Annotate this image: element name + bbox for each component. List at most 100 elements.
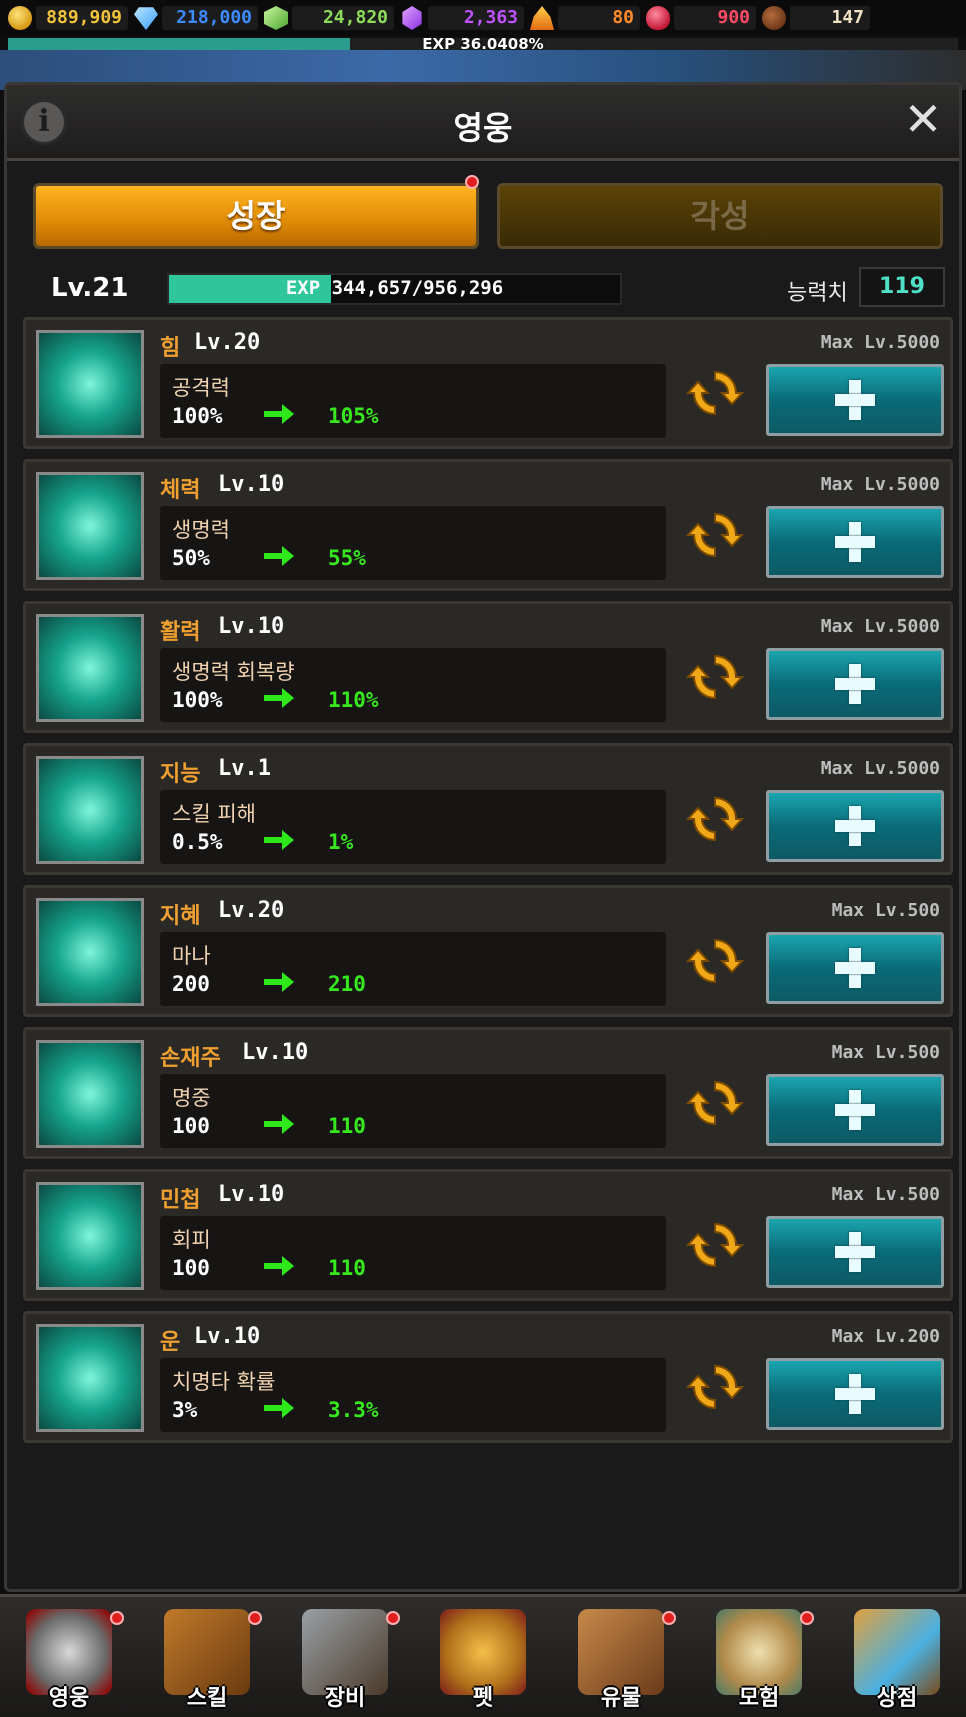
reset-refresh-icon[interactable] bbox=[686, 648, 744, 706]
clover-icon bbox=[36, 1324, 144, 1432]
nav-label: 장비 bbox=[324, 1686, 366, 1711]
reset-refresh-icon[interactable] bbox=[686, 506, 744, 564]
stat-max-level: Max Lv.5000 bbox=[820, 616, 940, 637]
level-up-plus-button[interactable] bbox=[766, 790, 944, 862]
nav-item-treasure-chest[interactable]: 상점 bbox=[828, 1597, 966, 1717]
level-up-plus-button[interactable] bbox=[766, 648, 944, 720]
stat-row: 활력 Lv.10 Max Lv.5000 생명력 회복량 100% 110% bbox=[23, 601, 953, 733]
level-up-plus-button[interactable] bbox=[766, 506, 944, 578]
stat-max-level: Max Lv.5000 bbox=[820, 474, 940, 495]
nav-label: 모험 bbox=[738, 1686, 780, 1711]
stat-row: 민첩 Lv.10 Max Lv.500 회피 100 110 bbox=[23, 1169, 953, 1301]
gold-icon bbox=[8, 6, 32, 30]
effect-next-value: 55% bbox=[328, 546, 366, 570]
stat-effect-box: 치명타 확률 3% 3.3% bbox=[160, 1358, 666, 1432]
currency-value: 900 bbox=[674, 6, 756, 30]
effect-current-value: 100 bbox=[172, 1256, 210, 1280]
hero-panel: i 영웅 ✕ 성장 각성 Lv.21 EXP 344,657/956,296 능… bbox=[4, 82, 962, 1592]
effect-current-value: 50% bbox=[172, 546, 210, 570]
effect-current-value: 3% bbox=[172, 1398, 198, 1422]
effect-next-value: 110 bbox=[328, 1114, 366, 1138]
arrow-right-icon bbox=[264, 546, 294, 566]
reset-refresh-icon[interactable] bbox=[686, 932, 744, 990]
stat-list: 힘 Lv.20 Max Lv.5000 공격력 100% 105% 체력 Lv.… bbox=[23, 317, 953, 1453]
level-up-plus-button[interactable] bbox=[766, 932, 944, 1004]
plus-icon bbox=[835, 948, 875, 988]
stat-max-level: Max Lv.500 bbox=[831, 900, 940, 921]
effect-name: 스킬 피해 bbox=[172, 802, 256, 826]
nav-notification-dot bbox=[110, 1611, 124, 1625]
effect-name: 공격력 bbox=[172, 376, 230, 400]
arrow-right-icon bbox=[264, 830, 294, 850]
stat-level: Lv.10 bbox=[218, 472, 285, 497]
stat-name: 손재주 bbox=[160, 1046, 221, 1071]
stat-max-level: Max Lv.5000 bbox=[820, 758, 940, 779]
stat-points-label: 능력치 bbox=[787, 281, 848, 306]
brain-head-icon bbox=[36, 898, 144, 1006]
stat-effect-box: 생명력 50% 55% bbox=[160, 506, 666, 580]
hero-level: Lv.21 bbox=[51, 273, 129, 303]
level-up-plus-button[interactable] bbox=[766, 1216, 944, 1288]
effect-name: 생명력 회복량 bbox=[172, 660, 295, 684]
stat-level: Lv.20 bbox=[218, 898, 285, 923]
effect-name: 치명타 확률 bbox=[172, 1370, 276, 1394]
reset-refresh-icon[interactable] bbox=[686, 1216, 744, 1274]
nav-notification-dot bbox=[386, 1611, 400, 1625]
fist-icon bbox=[36, 330, 144, 438]
nav-item-relic-chest[interactable]: 유물 bbox=[552, 1597, 690, 1717]
stat-name: 힘 bbox=[160, 336, 181, 361]
close-button[interactable]: ✕ bbox=[899, 95, 947, 143]
arrow-right-icon bbox=[264, 688, 294, 708]
tribal-mask-icon bbox=[36, 756, 144, 864]
effect-next-value: 210 bbox=[328, 972, 366, 996]
effect-current-value: 100 bbox=[172, 1114, 210, 1138]
stat-level: Lv.10 bbox=[194, 1324, 261, 1349]
effect-current-value: 100% bbox=[172, 688, 223, 712]
stat-level: Lv.10 bbox=[218, 614, 285, 639]
effect-current-value: 100% bbox=[172, 404, 223, 428]
effect-next-value: 3.3% bbox=[328, 1398, 379, 1422]
stat-effect-box: 마나 200 210 bbox=[160, 932, 666, 1006]
stat-max-level: Max Lv.5000 bbox=[820, 332, 940, 353]
effect-name: 마나 bbox=[172, 944, 211, 968]
reset-refresh-icon[interactable] bbox=[686, 790, 744, 848]
nav-item-skill-book[interactable]: 스킬 bbox=[138, 1597, 276, 1717]
arrow-right-icon bbox=[264, 404, 294, 424]
stat-effect-box: 회피 100 110 bbox=[160, 1216, 666, 1290]
plus-icon bbox=[835, 806, 875, 846]
nav-label: 영웅 bbox=[48, 1686, 90, 1711]
stat-max-level: Max Lv.500 bbox=[831, 1042, 940, 1063]
panel-header: i 영웅 ✕ bbox=[7, 85, 959, 161]
stat-level: Lv.10 bbox=[218, 1182, 285, 1207]
nav-item-compass-map[interactable]: 모험 bbox=[690, 1597, 828, 1717]
nav-notification-dot bbox=[800, 1611, 814, 1625]
nav-notification-dot bbox=[248, 1611, 262, 1625]
effect-next-value: 110 bbox=[328, 1256, 366, 1280]
tab-growth[interactable]: 성장 bbox=[33, 183, 479, 249]
nav-item-knight-helmet[interactable]: 영웅 bbox=[0, 1597, 138, 1717]
effect-name: 명중 bbox=[172, 1086, 211, 1110]
body-heart-icon bbox=[36, 472, 144, 580]
level-up-plus-button[interactable] bbox=[766, 1358, 944, 1430]
reset-refresh-icon[interactable] bbox=[686, 1074, 744, 1132]
currency-amethyst: 2,363 bbox=[400, 5, 524, 31]
level-up-plus-button[interactable] bbox=[766, 1074, 944, 1146]
stat-row: 손재주 Lv.10 Max Lv.500 명중 100 110 bbox=[23, 1027, 953, 1159]
level-up-plus-button[interactable] bbox=[766, 364, 944, 436]
currency-value: 147 bbox=[790, 6, 870, 30]
reset-refresh-icon[interactable] bbox=[686, 1358, 744, 1416]
nav-label: 유물 bbox=[600, 1686, 642, 1711]
tab-awakening[interactable]: 각성 bbox=[497, 183, 943, 249]
currency-bar: 889,909 218,000 24,820 2,363 80 900 147 bbox=[0, 0, 966, 36]
stat-name: 지혜 bbox=[160, 904, 201, 929]
effect-next-value: 105% bbox=[328, 404, 379, 428]
plus-icon bbox=[835, 1374, 875, 1414]
stat-name: 활력 bbox=[160, 620, 201, 645]
nav-item-sword-shield[interactable]: 장비 bbox=[276, 1597, 414, 1717]
nav-label: 스킬 bbox=[186, 1686, 228, 1711]
fire-crystal-icon bbox=[530, 6, 554, 30]
stat-level: Lv.20 bbox=[194, 330, 261, 355]
nav-item-pet-creature[interactable]: 펫 bbox=[414, 1597, 552, 1717]
stat-max-level: Max Lv.200 bbox=[831, 1326, 940, 1347]
reset-refresh-icon[interactable] bbox=[686, 364, 744, 422]
